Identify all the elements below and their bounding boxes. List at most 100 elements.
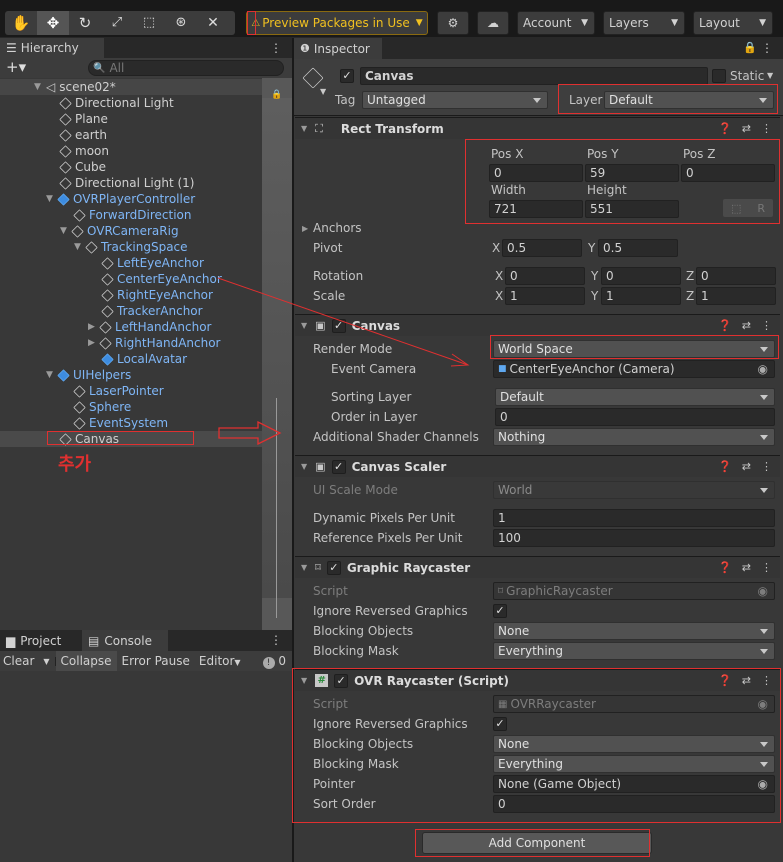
cloud-button[interactable]: ☁ (477, 11, 509, 35)
preset-icon[interactable]: ⇄ (742, 319, 751, 332)
shader-channels-dropdown[interactable]: Nothing (493, 428, 775, 446)
hier-item[interactable]: CenterEyeAnchor (101, 271, 222, 287)
sorting-layer-dropdown[interactable]: Default (495, 388, 775, 406)
scene-row[interactable]: ▼ ◁ scene02* (0, 79, 262, 95)
hier-item[interactable]: ForwardDirection (73, 207, 191, 223)
pos-x-field[interactable]: 0 (489, 164, 583, 182)
pivot-x-field[interactable]: 0.5 (502, 239, 582, 257)
ignore-reversed-checkbox[interactable]: ✓ (493, 717, 507, 731)
clear-button[interactable]: Clear (0, 654, 38, 668)
preset-icon[interactable]: ⇄ (742, 674, 751, 687)
help-icon[interactable]: ❓ (718, 460, 732, 473)
blocking-objects-dropdown[interactable]: None (493, 735, 775, 753)
tab-console[interactable]: ▤ Console (82, 630, 168, 651)
preset-icon[interactable]: ⇄ (742, 122, 751, 135)
scale-y-field[interactable]: 1 (601, 287, 681, 305)
menu-icon[interactable]: ⋮ (761, 561, 772, 574)
error-pause-toggle[interactable]: Error Pause (117, 654, 195, 668)
dynamic-ppu-field[interactable]: 1 (493, 509, 775, 527)
panel-menu-icon[interactable]: ⋮ (761, 41, 773, 55)
hier-item[interactable]: EventSystem (73, 415, 168, 431)
width-field[interactable]: 721 (489, 200, 583, 218)
editor-dropdown[interactable]: Editor▼ (195, 654, 245, 668)
panel-menu-icon[interactable]: ⋮ (270, 633, 282, 647)
chevron-down-icon[interactable]: ▼ (320, 87, 326, 96)
rotation-x-field[interactable]: 0 (505, 267, 585, 285)
custom-tool-icon[interactable]: ✕ (197, 11, 229, 35)
collapse-arrow-icon[interactable]: ▼ (301, 124, 307, 133)
order-field[interactable]: 0 (495, 408, 775, 426)
rect-transform-header[interactable]: ▼ ⛶ Rect Transform ❓ ⇄ ⋮ (295, 117, 780, 139)
pos-y-field[interactable]: 59 (585, 164, 679, 182)
hier-item[interactable]: moon (59, 143, 109, 159)
chevron-down-icon[interactable]: ▼ (767, 71, 773, 80)
help-icon[interactable]: ❓ (718, 122, 732, 135)
scale-z-field[interactable]: 1 (696, 287, 776, 305)
ovr-raycaster-header[interactable]: ▼ # ✓ OVR Raycaster (Script) ❓ ⇄ ⋮ (295, 669, 780, 691)
lock-icon[interactable]: 🔒 (271, 90, 282, 100)
add-icon[interactable]: +▾ (6, 58, 26, 76)
hier-item[interactable]: ▼ OVRPlayerController (46, 191, 195, 207)
active-checkbox[interactable]: ✓ (340, 69, 354, 83)
object-name-field[interactable]: Canvas (360, 67, 708, 85)
event-camera-field[interactable]: ■ CenterEyeAnchor (Camera) ◉ (493, 360, 775, 378)
object-picker-icon[interactable]: ◉ (758, 777, 768, 791)
hier-item[interactable]: LeftEyeAnchor (101, 255, 204, 271)
preset-icon[interactable]: ⇄ (742, 460, 751, 473)
collapse-arrow-icon[interactable]: ▼ (301, 563, 307, 572)
static-checkbox[interactable] (712, 69, 726, 83)
collapse-arrow-icon[interactable]: ▼ (301, 462, 307, 471)
hier-item[interactable]: LocalAvatar (101, 351, 187, 367)
transform-tool-icon[interactable]: ⊛ (165, 11, 197, 35)
menu-icon[interactable]: ⋮ (761, 319, 772, 332)
hier-item[interactable]: Plane (59, 111, 108, 127)
enabled-checkbox[interactable]: ✓ (334, 673, 349, 688)
pivot-y-field[interactable]: 0.5 (598, 239, 678, 257)
render-mode-dropdown[interactable]: World Space (493, 340, 775, 358)
blueprint-raw-button[interactable]: ⬚ R (723, 199, 773, 217)
rect-tool-icon[interactable]: ⬚ (133, 11, 165, 35)
error-count-toggle[interactable]: ! 0 (262, 654, 286, 669)
hier-item[interactable]: ▶ LeftHandAnchor (88, 319, 211, 335)
clear-dropdown-icon[interactable]: ▼ (38, 656, 56, 666)
help-icon[interactable]: ❓ (718, 561, 732, 574)
hier-item[interactable]: Cube (59, 159, 106, 175)
move-tool-icon[interactable]: ✥ (37, 11, 69, 35)
enabled-checkbox[interactable]: ✓ (326, 560, 341, 575)
collapse-toggle[interactable]: Collapse (55, 651, 117, 671)
add-component-button[interactable]: Add Component (422, 832, 652, 854)
panel-menu-icon[interactable]: ⋮ (270, 41, 282, 55)
layer-dropdown[interactable]: Default (604, 91, 774, 109)
hier-item[interactable]: ▼ TrackingSpace (74, 239, 188, 255)
tab-inspector[interactable]: ❶ Inspector (294, 38, 382, 59)
hier-item[interactable]: TrackerAnchor (101, 303, 203, 319)
rotate-tool-icon[interactable]: ↻ (69, 11, 101, 35)
lock-icon[interactable]: 🔒 (743, 41, 757, 54)
rotation-z-field[interactable]: 0 (696, 267, 776, 285)
hier-item[interactable]: earth (59, 127, 107, 143)
hier-item[interactable]: Directional Light (59, 95, 174, 111)
rotation-y-field[interactable]: 0 (601, 267, 681, 285)
anchors-arrow-icon[interactable]: ▶ (302, 224, 308, 233)
blocking-objects-dropdown[interactable]: None (493, 622, 775, 640)
expand-arrow-icon[interactable]: ▼ (34, 82, 46, 92)
hier-item[interactable]: ▼ UIHelpers (46, 367, 131, 383)
tab-project[interactable]: ▆ Project (0, 630, 80, 651)
blocking-mask-dropdown[interactable]: Everything (493, 642, 775, 660)
tag-dropdown[interactable]: Untagged (362, 91, 548, 109)
graphic-raycaster-header[interactable]: ▼ ⌑ ✓ Graphic Raycaster ❓ ⇄ ⋮ (295, 556, 780, 578)
pos-z-field[interactable]: 0 (681, 164, 775, 182)
hier-item[interactable]: ▼ OVRCameraRig (60, 223, 179, 239)
collapse-arrow-icon[interactable]: ▼ (301, 676, 307, 685)
height-field[interactable]: 551 (585, 200, 679, 218)
hier-item[interactable]: ▶ RightHandAnchor (88, 335, 221, 351)
hierarchy-search-input[interactable]: 🔍 All (88, 60, 284, 76)
menu-icon[interactable]: ⋮ (761, 674, 772, 687)
account-dropdown[interactable]: Account ▼ (517, 11, 595, 35)
canvas-scaler-header[interactable]: ▼ ▣ ✓ Canvas Scaler ❓ ⇄ ⋮ (295, 455, 780, 477)
hand-tool-icon[interactable]: ✋ (5, 11, 37, 35)
layers-dropdown[interactable]: Layers ▼ (603, 11, 685, 35)
preview-packages-button[interactable]: ⚠ Preview Packages in Use ▼ (246, 11, 428, 35)
scale-x-field[interactable]: 1 (505, 287, 585, 305)
pivot-settings-button[interactable]: ⚙ (437, 11, 469, 35)
